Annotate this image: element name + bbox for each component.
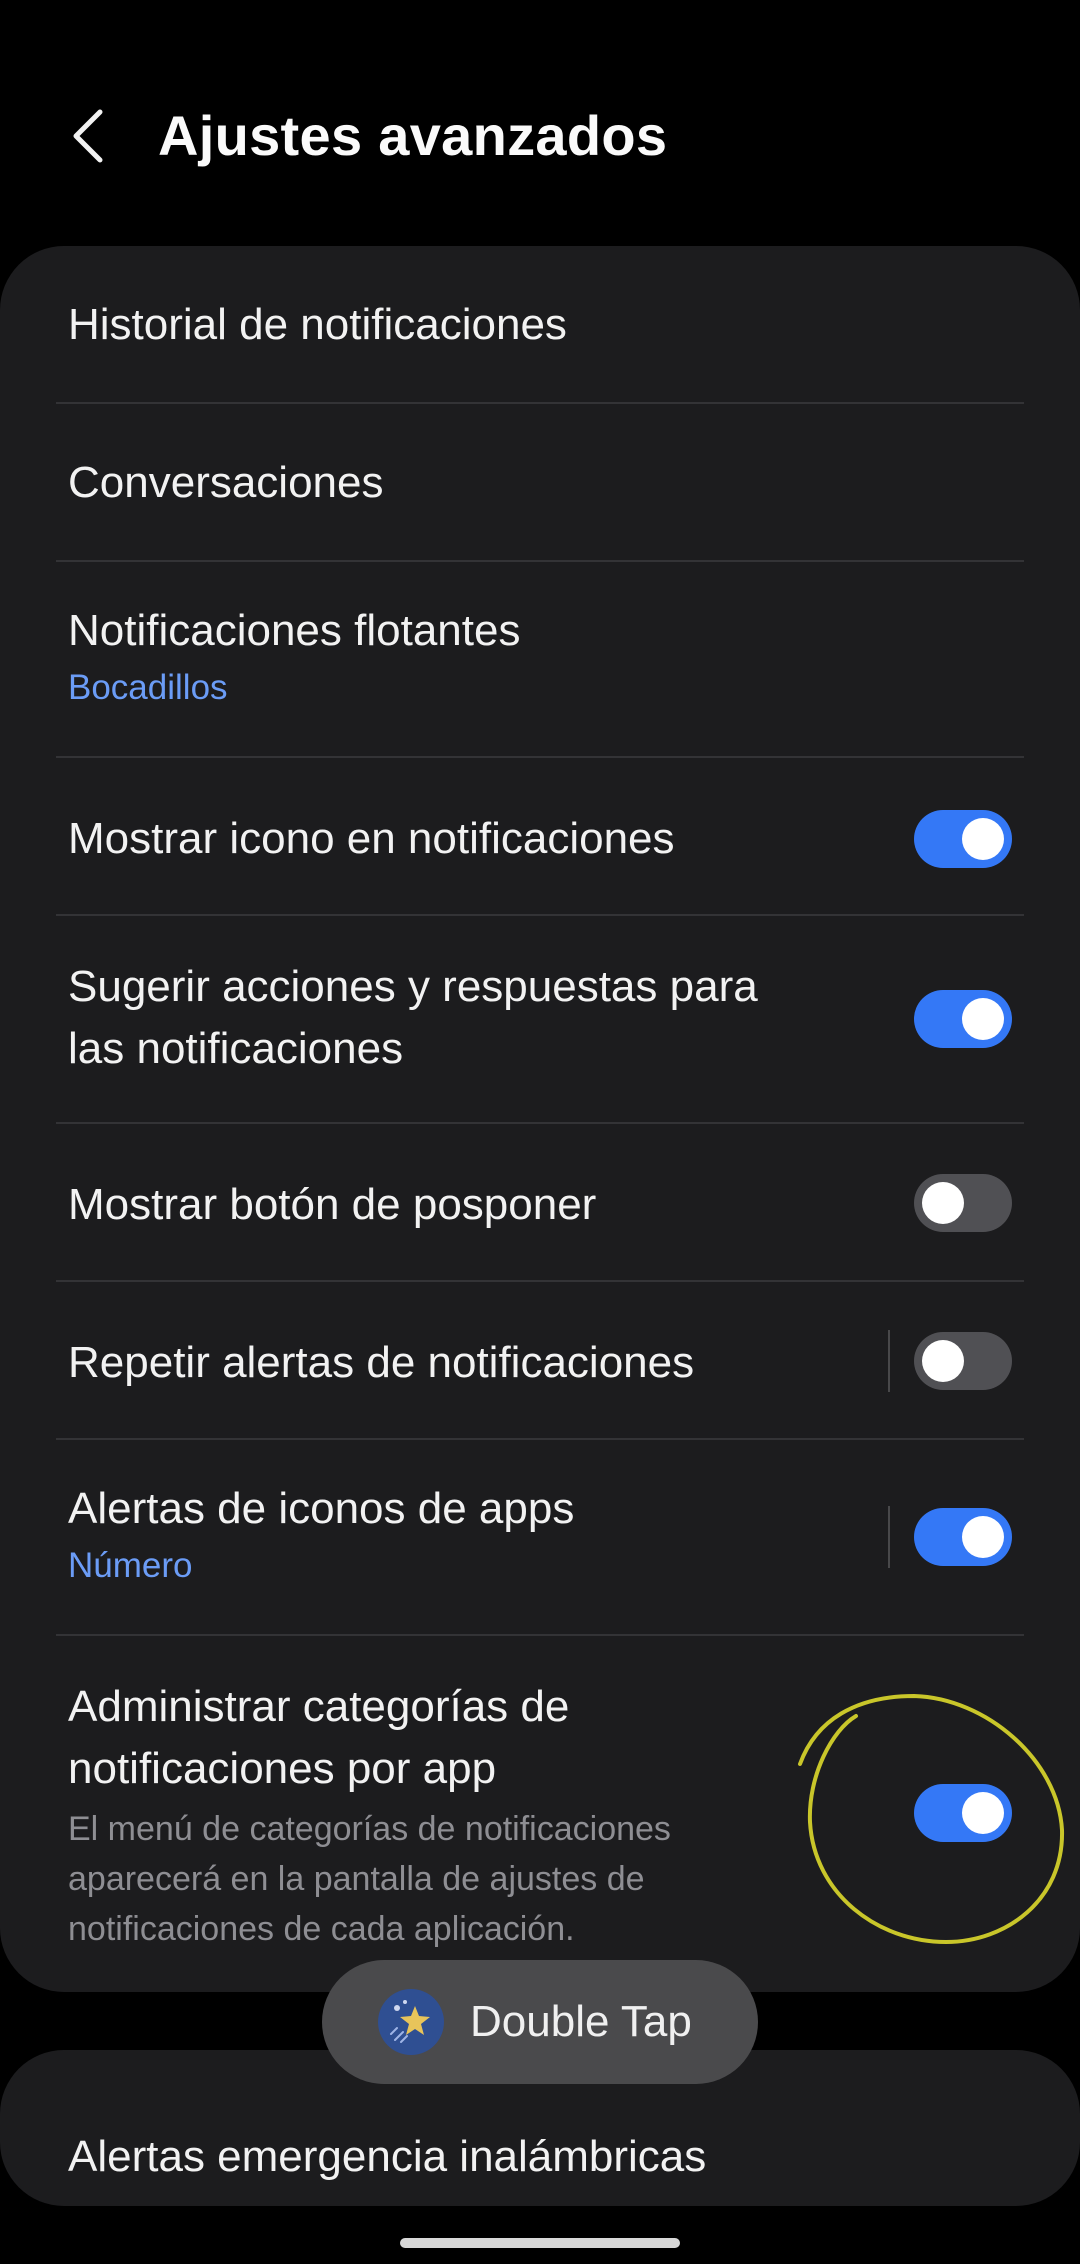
double-tap-star-icon <box>378 1989 444 2055</box>
chevron-left-icon <box>73 109 103 163</box>
setting-title: Mostrar botón de posponer <box>68 1180 597 1229</box>
setting-title: Historial de notificaciones <box>68 300 567 349</box>
setting-title: Conversaciones <box>68 458 384 507</box>
back-button[interactable] <box>58 98 118 174</box>
setting-title: Notificaciones flotantes <box>68 606 521 655</box>
setting-categorias[interactable]: Administrar categorías de notificaciones… <box>0 1636 1080 1992</box>
setting-repetir[interactable]: Repetir alertas de notificaciones <box>0 1282 1080 1440</box>
setting-description-line2: aparecerá en la pantalla de ajustes de <box>68 1860 645 1898</box>
posponer-toggle[interactable] <box>914 1174 1012 1232</box>
setting-title-line2: las notificaciones <box>68 1024 404 1073</box>
vertical-separator <box>888 1506 890 1568</box>
setting-title: Alertas emergencia inalámbricas <box>68 2132 707 2181</box>
toggle-knob <box>962 1516 1004 1558</box>
toggle-knob <box>922 1340 964 1382</box>
setting-posponer[interactable]: Mostrar botón de posponer <box>0 1124 1080 1282</box>
setting-title-line1: Administrar categorías de <box>68 1682 570 1731</box>
double-tap-toast[interactable]: Double Tap <box>322 1960 758 2084</box>
setting-flotantes[interactable]: Notificaciones flotantes Bocadillos <box>0 562 1080 758</box>
setting-description-line1: El menú de categorías de notificaciones <box>68 1810 671 1848</box>
toggle-knob <box>962 1792 1004 1834</box>
iconos-apps-toggle[interactable] <box>914 1508 1012 1566</box>
setting-title: Mostrar icono en notificaciones <box>68 814 675 863</box>
toast-label: Double Tap <box>470 1997 692 2046</box>
setting-sugerir[interactable]: Sugerir acciones y respuestas para las n… <box>0 916 1080 1124</box>
setting-historial[interactable]: Historial de notificaciones <box>0 246 1080 404</box>
app-header: Ajustes avanzados <box>0 0 1080 246</box>
vertical-separator <box>888 1330 890 1392</box>
toggle-knob <box>962 998 1004 1040</box>
toggle-knob <box>962 818 1004 860</box>
categorias-toggle[interactable] <box>914 1784 1012 1842</box>
repetir-toggle[interactable] <box>914 1332 1012 1390</box>
page-title: Ajustes avanzados <box>158 104 668 167</box>
setting-subtitle: Bocadillos <box>68 668 228 707</box>
setting-iconos-apps[interactable]: Alertas de iconos de apps Número <box>0 1440 1080 1636</box>
setting-conversaciones[interactable]: Conversaciones <box>0 404 1080 562</box>
setting-mostrar-icono[interactable]: Mostrar icono en notificaciones <box>0 758 1080 916</box>
setting-title-line1: Sugerir acciones y respuestas para <box>68 962 758 1011</box>
setting-description-line3: notificaciones de cada aplicación. <box>68 1910 575 1948</box>
setting-title-line2: notificaciones por app <box>68 1744 497 1793</box>
setting-title: Repetir alertas de notificaciones <box>68 1338 695 1387</box>
mostrar-icono-toggle[interactable] <box>914 810 1012 868</box>
toggle-knob <box>922 1182 964 1224</box>
setting-subtitle: Número <box>68 1546 193 1585</box>
setting-title: Alertas de iconos de apps <box>68 1484 575 1533</box>
settings-card: Historial de notificaciones Conversacion… <box>0 246 1080 1992</box>
home-indicator[interactable] <box>400 2238 680 2248</box>
sugerir-toggle[interactable] <box>914 990 1012 1048</box>
